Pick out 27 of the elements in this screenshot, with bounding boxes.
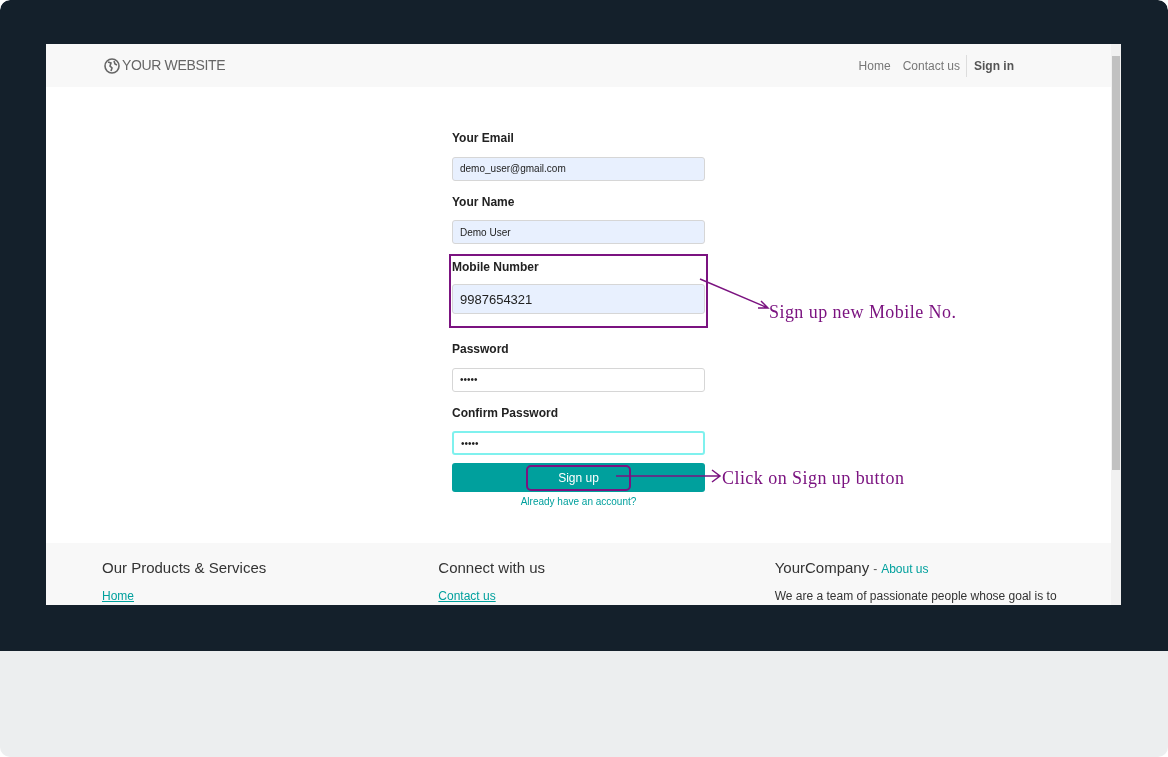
input-field[interactable]: •••••	[452, 367, 705, 392]
annotation-text: Click on Sign up button	[722, 467, 905, 490]
footer-heading: YourCompany	[774, 557, 870, 578]
field-label: Your Email	[452, 130, 515, 147]
nav-link[interactable]: Home	[852, 56, 897, 75]
annotation-text: Sign up new Mobile No.	[769, 301, 957, 324]
nav-link[interactable]: Sign in	[966, 54, 1021, 77]
site-logo[interactable]: YOUR WEBSITE	[122, 55, 226, 76]
input-field[interactable]: •••••	[452, 431, 705, 455]
footer-link[interactable]: Home	[102, 587, 439, 605]
footer-heading: Connect with us	[438, 557, 546, 578]
login-link[interactable]: Already have an account?	[520, 494, 637, 509]
footer-link[interactable]: About us	[881, 559, 929, 578]
sign-up-button[interactable]: Sign up	[452, 463, 705, 492]
nav-link[interactable]: Contact us	[896, 56, 966, 75]
input-field[interactable]: Demo User	[452, 220, 705, 244]
input-field[interactable]: demo_user@gmail.com	[452, 156, 705, 181]
field-label: Mobile Number	[452, 259, 540, 276]
input-field[interactable]: 9987654321	[452, 284, 705, 314]
footer-heading: Our Products & Services	[102, 557, 267, 578]
field-label: Password	[452, 341, 510, 358]
globe-icon	[104, 57, 120, 74]
footer-link[interactable]: Contact us	[438, 587, 775, 605]
footer-text: We are a team of passionate people whose goal is to	[774, 588, 1058, 605]
field-label: Confirm Password	[452, 404, 560, 422]
field-label: Your Name	[452, 193, 516, 211]
separator-text: -	[873, 560, 878, 578]
